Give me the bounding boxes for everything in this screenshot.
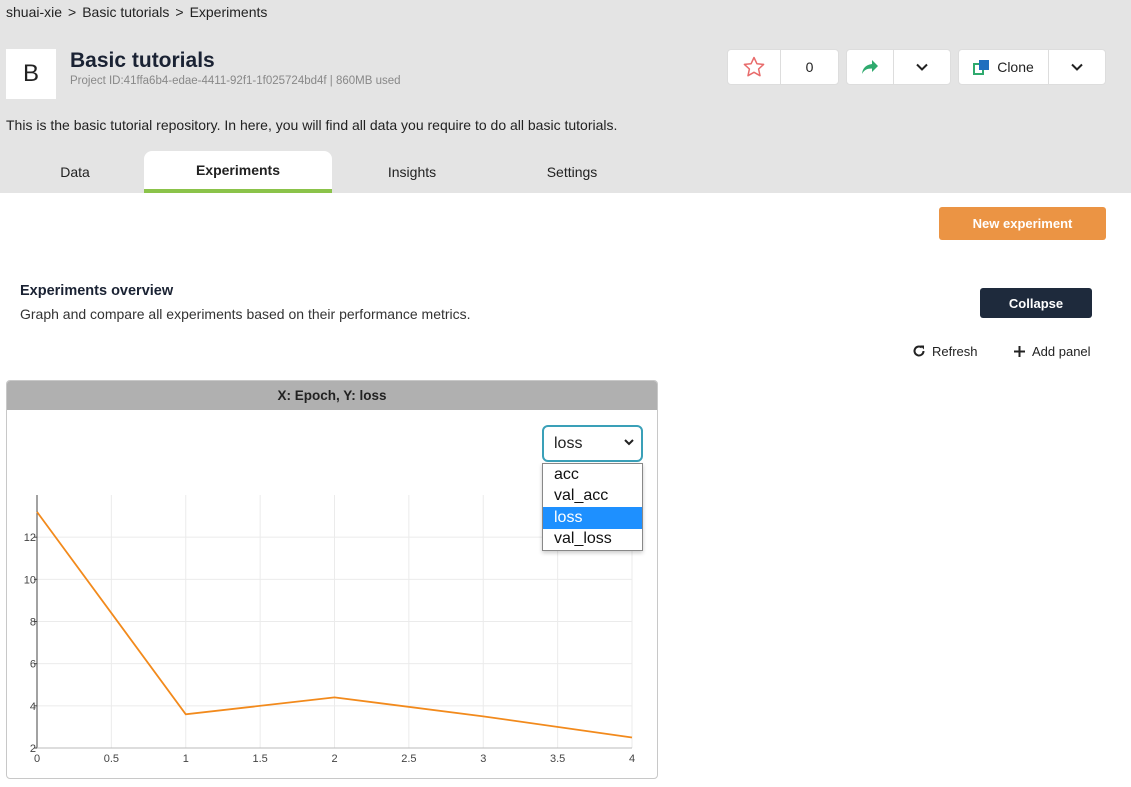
metric-dropdown: acc val_acc loss val_loss — [542, 463, 643, 551]
metric-select-value: loss — [554, 434, 583, 452]
x-tick-label: 2.5 — [401, 753, 416, 765]
x-tick-label: 2 — [331, 753, 337, 765]
metric-option-val-acc[interactable]: val_acc — [543, 486, 642, 508]
y-tick-label: 10 — [24, 574, 36, 586]
loss-chart: 0 0.5 1 1.5 2 2.5 3 3.5 424681012 — [24, 495, 635, 765]
x-tick-label: 3.5 — [550, 753, 565, 765]
chevron-down-icon — [624, 439, 634, 446]
x-tick-label: 0.5 — [104, 753, 119, 765]
x-tick-label: 1 — [183, 753, 189, 765]
metric-option-loss[interactable]: loss — [543, 507, 642, 529]
metric-option-val-loss[interactable]: val_loss — [543, 529, 642, 551]
y-tick-label: 12 — [24, 532, 36, 544]
metric-select[interactable]: loss — [542, 425, 643, 462]
x-tick-label: 4 — [629, 753, 635, 765]
y-tick-label: 6 — [30, 659, 36, 671]
x-tick-label: 3 — [480, 753, 486, 765]
y-tick-label: 4 — [30, 701, 36, 713]
y-tick-label: 2 — [30, 743, 36, 755]
metric-option-acc[interactable]: acc — [543, 464, 642, 486]
x-tick-label: 1.5 — [252, 753, 267, 765]
y-tick-label: 8 — [30, 617, 36, 629]
